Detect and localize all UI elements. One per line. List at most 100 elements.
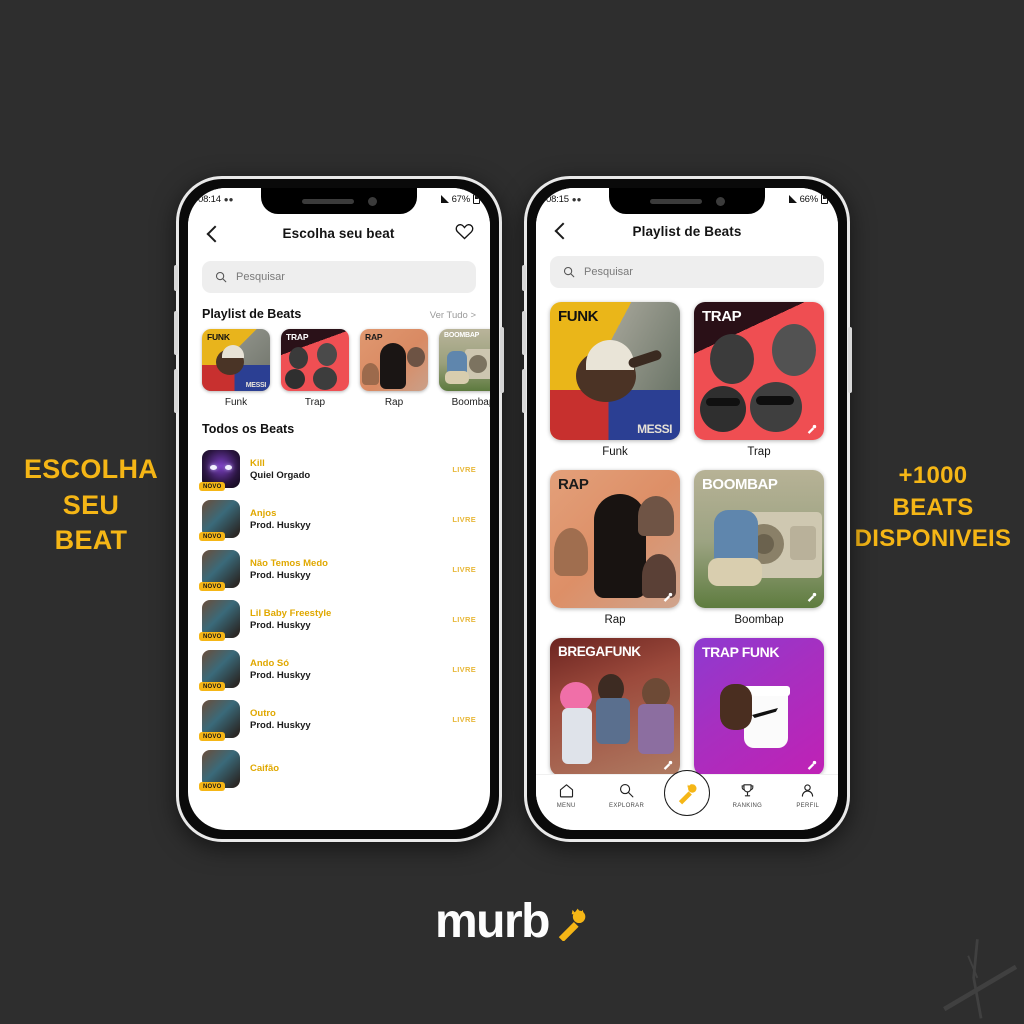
grid-card-bregafunk[interactable]: BREGAFUNK bbox=[550, 638, 680, 782]
new-badge: NOVO bbox=[199, 482, 226, 491]
playlist-card-boombap[interactable]: BOOMBAP Boombap bbox=[439, 329, 490, 408]
notification-icons: ●● bbox=[571, 194, 582, 204]
heart-icon[interactable] bbox=[455, 222, 474, 245]
search-bar-left[interactable]: Pesquisar bbox=[202, 261, 476, 293]
search-bar-right[interactable]: Pesquisar bbox=[550, 256, 824, 288]
beat-title: Kill bbox=[250, 457, 265, 469]
search-input[interactable]: Pesquisar bbox=[584, 266, 633, 278]
search-icon bbox=[563, 266, 575, 278]
chevron-left-icon[interactable] bbox=[204, 225, 222, 243]
beat-artwork: NOVO bbox=[199, 450, 240, 491]
person-icon bbox=[802, 784, 814, 797]
see-all-link[interactable]: Ver Tudo > bbox=[430, 310, 476, 321]
phone-mockup-right: 08:15 ●● 66% Playlist de Beats Pesquisar… bbox=[522, 176, 852, 842]
grid-thumb-label: BREGAFUNK bbox=[558, 644, 641, 659]
new-badge: NOVO bbox=[199, 532, 226, 541]
beat-artwork: NOVO bbox=[199, 500, 240, 541]
silent-switch[interactable] bbox=[174, 265, 178, 291]
playlist-thumbnail: FUNK MESSI bbox=[202, 329, 270, 391]
playlist-thumb-label: TRAP bbox=[286, 332, 309, 342]
list-item[interactable]: NOVO Lil Baby Freestyle Prod. Huskyy LIV… bbox=[188, 594, 490, 644]
list-item[interactable]: NOVO Caifão bbox=[188, 744, 490, 794]
beat-producer: Prod. Huskyy bbox=[250, 669, 311, 681]
nav-item-explorar[interactable]: EXPLORAR bbox=[601, 782, 653, 809]
bottom-navigation[interactable]: MENU EXPLORAR RANKING PERFIL bbox=[536, 770, 838, 830]
playlist-thumbnail: TRAP bbox=[281, 329, 349, 391]
grid-thumbnail: BREGAFUNK bbox=[550, 638, 680, 776]
beat-producer: Prod. Huskyy bbox=[250, 569, 311, 581]
beat-meta: Ando Só Prod. Huskyy bbox=[250, 658, 442, 681]
new-badge: NOVO bbox=[199, 732, 226, 741]
volume-up-button[interactable] bbox=[522, 311, 526, 355]
playlist-thumb-label: RAP bbox=[365, 332, 383, 342]
beat-artwork: NOVO bbox=[199, 600, 240, 641]
promo-text-right: +1000 BEATS DISPONIVEIS bbox=[854, 462, 1012, 553]
grid-card-trapfunk[interactable]: TRAP FUNK bbox=[694, 638, 824, 782]
list-item[interactable]: NOVO Não Temos Medo Prod. Huskyy LIVRE bbox=[188, 544, 490, 594]
new-badge: NOVO bbox=[199, 782, 226, 791]
nav-item-perfil[interactable]: PERFIL bbox=[782, 782, 834, 809]
app-header-right: Playlist de Beats bbox=[536, 210, 838, 246]
playlist-grid[interactable]: FUNK MESSI Funk TRAP Trap RAP Rap BOOMBA… bbox=[550, 302, 824, 782]
section-title: Playlist de Beats bbox=[202, 307, 302, 321]
search-input[interactable]: Pesquisar bbox=[236, 271, 285, 283]
battery-icon bbox=[473, 194, 480, 204]
nav-item-ranking[interactable]: RANKING bbox=[721, 782, 773, 809]
status-badge: LIVRE bbox=[452, 564, 476, 574]
playlist-card-trap[interactable]: TRAP Trap bbox=[281, 329, 349, 408]
playlist-thumbnail: RAP bbox=[360, 329, 428, 391]
silent-switch[interactable] bbox=[522, 265, 526, 291]
trophy-icon bbox=[741, 784, 754, 797]
beat-producer: Prod. Huskyy bbox=[250, 519, 311, 531]
list-item[interactable]: NOVO Ando Só Prod. Huskyy LIVRE bbox=[188, 644, 490, 694]
list-item[interactable]: NOVO Anjos Prod. Huskyy LIVRE bbox=[188, 494, 490, 544]
status-badge: LIVRE bbox=[452, 664, 476, 674]
new-badge: NOVO bbox=[199, 682, 226, 691]
playlist-caption: Boombap bbox=[451, 397, 490, 408]
microphone-crown-icon bbox=[558, 908, 586, 941]
grid-card-boombap[interactable]: BOOMBAP Boombap bbox=[694, 470, 824, 626]
create-button[interactable] bbox=[663, 770, 710, 816]
grid-card-funk[interactable]: FUNK MESSI Funk bbox=[550, 302, 680, 458]
playlist-strip[interactable]: FUNK MESSI Funk TRAP Trap RAP Rap BOOMBA… bbox=[202, 329, 490, 408]
beat-title: Ando Só bbox=[250, 657, 290, 669]
chevron-left-icon[interactable] bbox=[552, 222, 570, 240]
section-title: Todos os Beats bbox=[202, 422, 295, 436]
power-button[interactable] bbox=[500, 327, 504, 393]
status-badge: LIVRE bbox=[452, 514, 476, 524]
list-item[interactable]: NOVO Outro Prod. Huskyy LIVRE bbox=[188, 694, 490, 744]
promo-text-left: ESCOLHA SEU BEAT bbox=[23, 454, 159, 556]
beat-artwork: NOVO bbox=[199, 650, 240, 691]
beat-meta: Caifão bbox=[250, 763, 466, 775]
app-header-left: Escolha seu beat bbox=[188, 210, 490, 251]
grid-card-rap[interactable]: RAP Rap bbox=[550, 470, 680, 626]
beat-list[interactable]: NOVO Kill Quiel Orgado LIVRE NOVO Anjos … bbox=[188, 444, 490, 794]
power-button[interactable] bbox=[848, 327, 852, 393]
playlist-caption: Trap bbox=[304, 397, 326, 408]
beat-producer: Prod. Huskyy bbox=[250, 619, 311, 631]
volume-up-button[interactable] bbox=[174, 311, 178, 355]
grid-thumbnail: BOOMBAP bbox=[694, 470, 824, 608]
nav-item-menu[interactable]: MENU bbox=[540, 782, 592, 809]
volume-down-button[interactable] bbox=[522, 369, 526, 413]
status-bar-right-group: 66% bbox=[788, 194, 828, 205]
nav-label: RANKING bbox=[732, 803, 763, 809]
phone-mockup-left: 08:14 ●● 67% Escolha seu beat Pesquisar … bbox=[174, 176, 504, 842]
playlist-card-funk[interactable]: FUNK MESSI Funk bbox=[202, 329, 270, 408]
beat-meta: Anjos Prod. Huskyy bbox=[250, 508, 442, 531]
status-time: 08:15 bbox=[546, 193, 569, 205]
status-battery: 67% bbox=[451, 193, 471, 205]
corner-watermark bbox=[943, 939, 1018, 1019]
status-time: 08:14 bbox=[198, 193, 221, 205]
beat-artwork: NOVO bbox=[199, 750, 240, 791]
playlist-card-rap[interactable]: RAP Rap bbox=[360, 329, 428, 408]
earpiece-speaker bbox=[301, 198, 354, 204]
playlist-caption: Funk bbox=[224, 397, 248, 408]
grid-caption: Trap bbox=[747, 446, 771, 458]
volume-down-button[interactable] bbox=[174, 369, 178, 413]
beat-title: Não Temos Medo bbox=[250, 557, 328, 569]
list-item[interactable]: NOVO Kill Quiel Orgado LIVRE bbox=[188, 444, 490, 494]
beat-artwork: NOVO bbox=[199, 700, 240, 741]
grid-card-trap[interactable]: TRAP Trap bbox=[694, 302, 824, 458]
nav-label: EXPLORAR bbox=[609, 803, 645, 809]
